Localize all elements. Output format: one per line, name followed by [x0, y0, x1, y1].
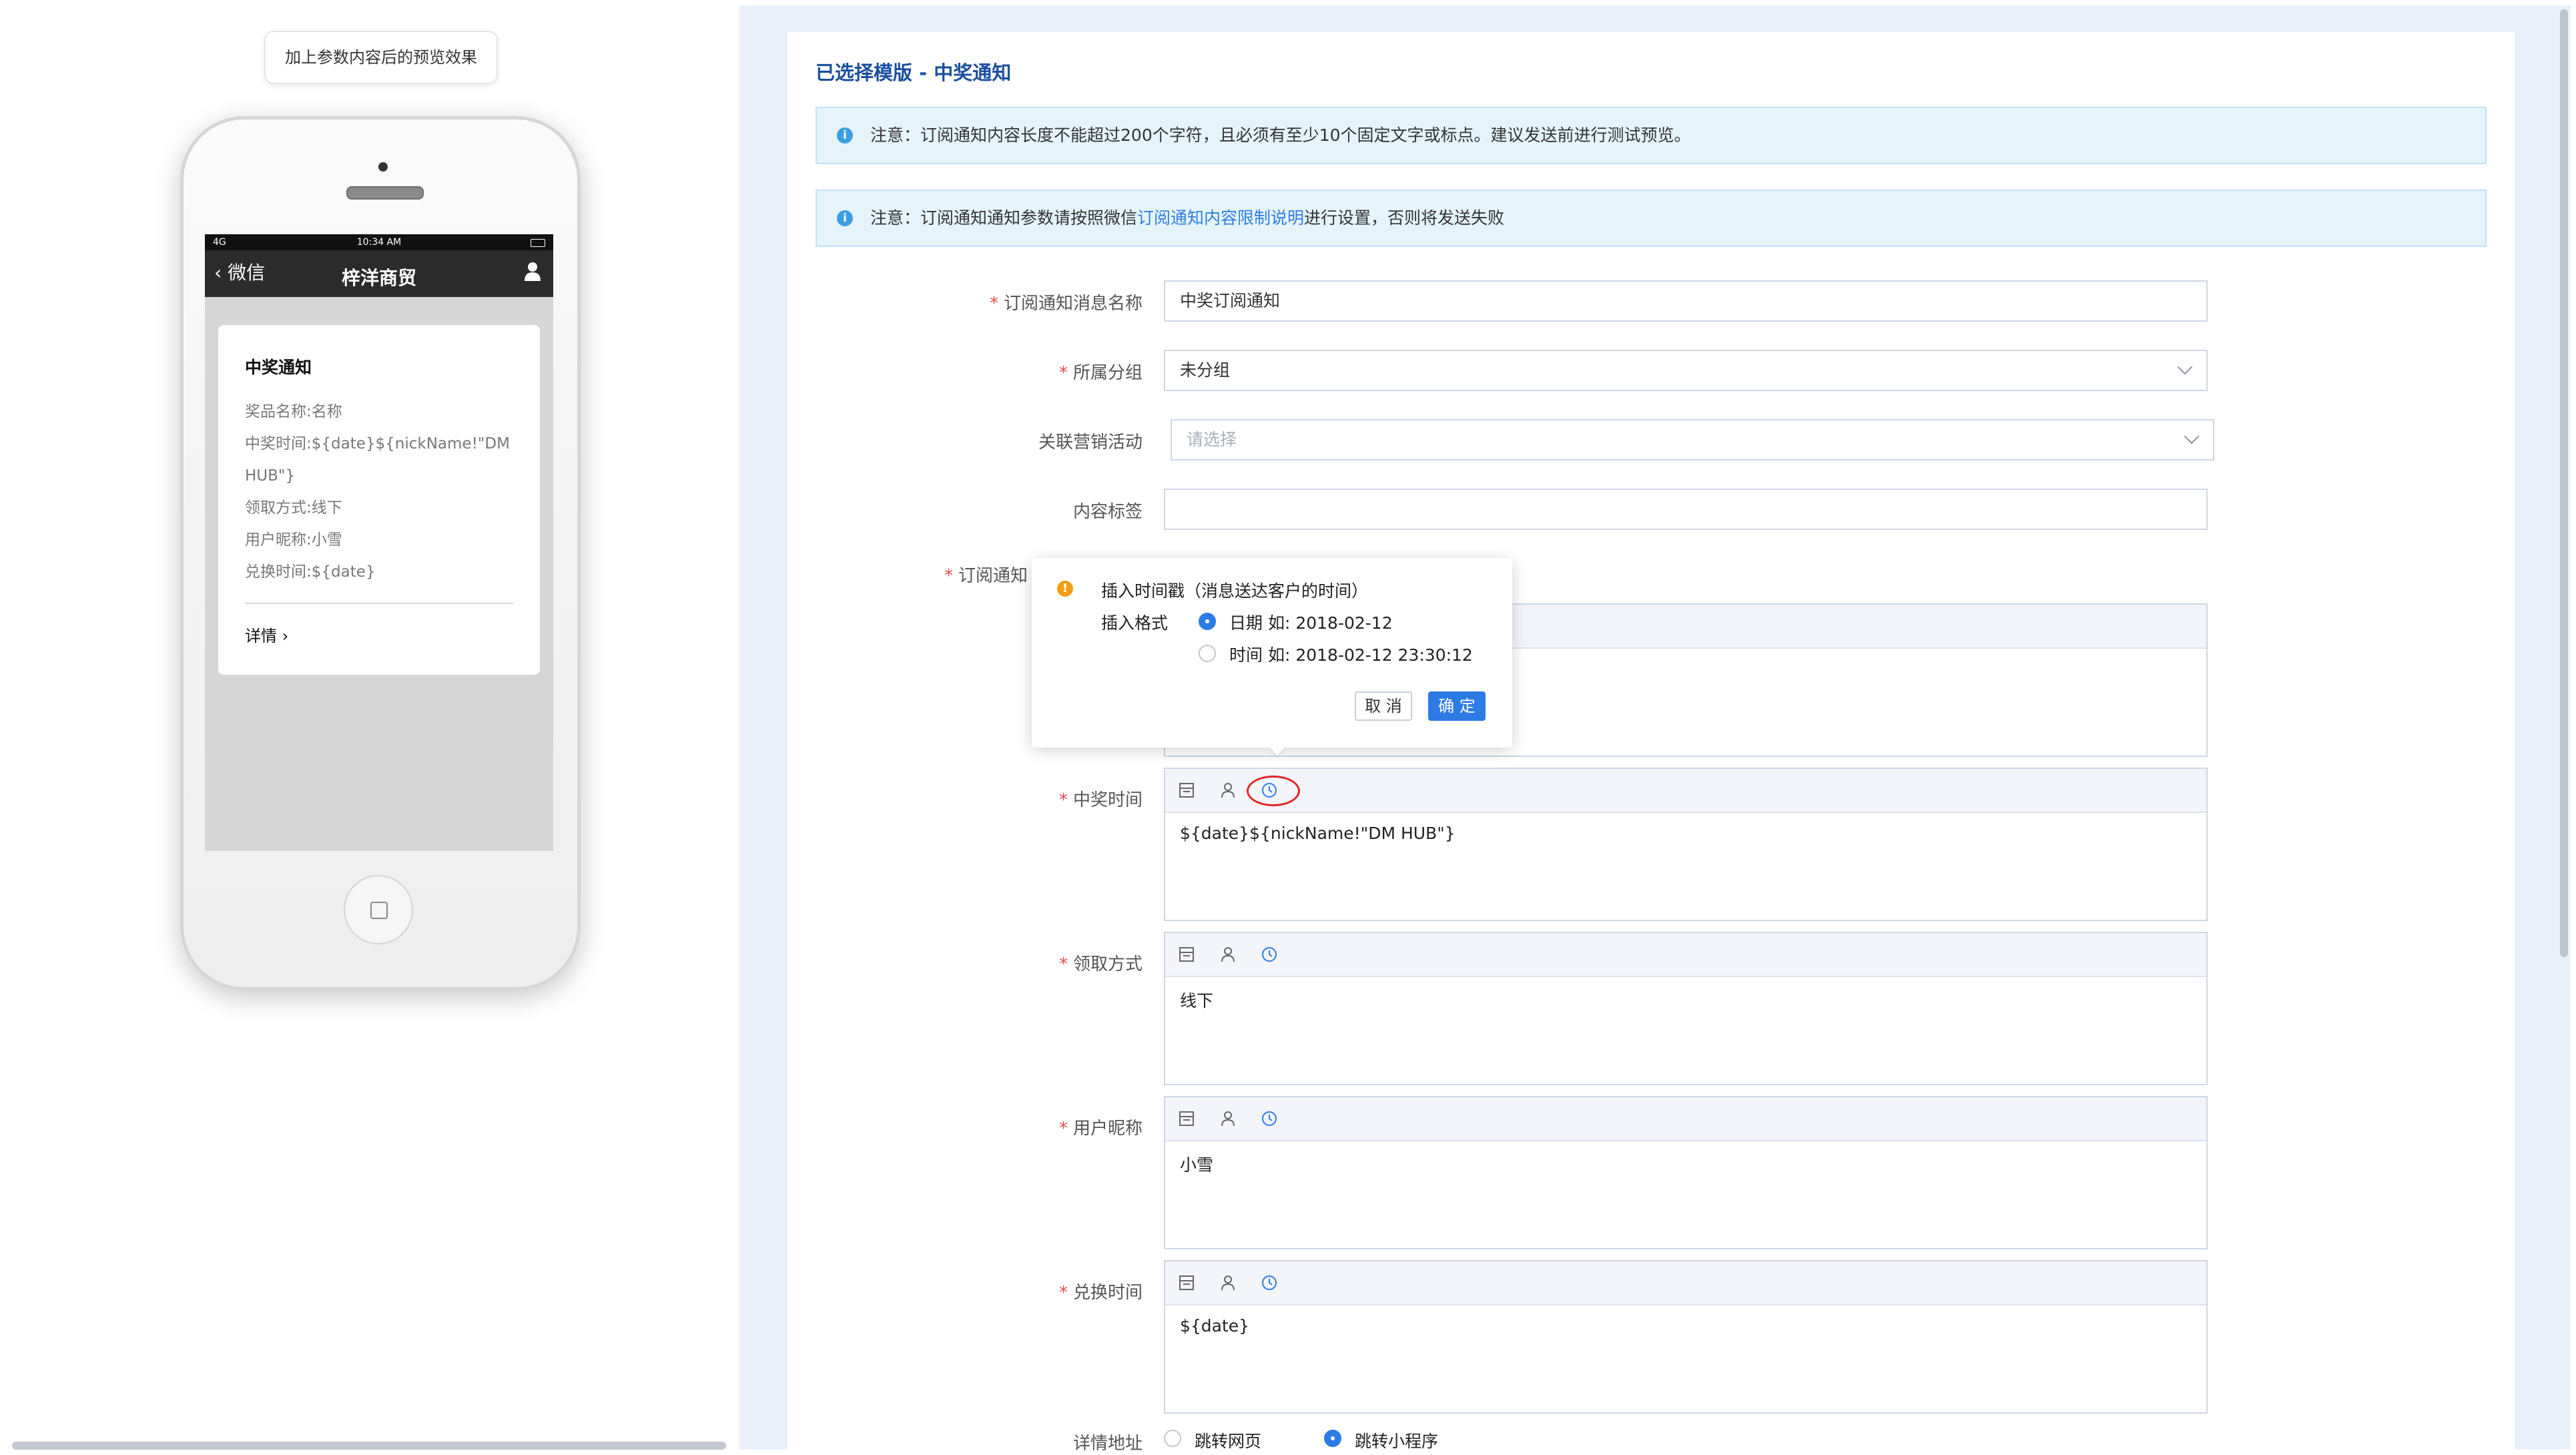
info-icon: i [837, 210, 853, 226]
notice-length: i 注意：订阅通知内容长度不能超过200个字符，且必须有至少10个固定文字或标点… [816, 107, 2487, 164]
insert-timestamp-popover: ! 插入时间戳（消息送达客户的时间） 插入格式 日期 如: 2018-02-12… [1032, 558, 1512, 756]
user-icon[interactable] [1219, 945, 1237, 964]
message-line: 中奖时间:${date}${nickName!"DM HUB"} [245, 435, 510, 485]
editor-content: 线下 [1180, 991, 1214, 1010]
radio-miniprogram[interactable] [1324, 1430, 1341, 1447]
radio-webpage[interactable] [1164, 1430, 1181, 1447]
editor-toolbar [1165, 933, 2206, 977]
warning-icon: ! [1057, 581, 1073, 597]
tag-input[interactable] [1164, 489, 2208, 530]
win-time-editor[interactable]: ${date}${nickName!"DM HUB"} [1164, 768, 2208, 921]
chevron-down-icon [2177, 359, 2193, 375]
radio-datetime[interactable] [1199, 645, 1216, 662]
notice-link[interactable]: 订阅通知内容限制说明 [1137, 208, 1304, 228]
message-lines: 奖品名称:名称 中奖时间:${date}${nickName!"DM HUB"}… [245, 396, 525, 588]
chevron-down-icon [2184, 428, 2200, 445]
message-line: 兑换时间:${date} [245, 563, 376, 581]
phone-camera [378, 162, 388, 172]
message-title: 中奖通知 [245, 358, 312, 377]
redeem-time-editor[interactable]: ${date} [1164, 1260, 2208, 1414]
message-detail-link[interactable]: 详情 › [245, 623, 288, 646]
editor-content: ${date}${nickName!"DM HUB"} [1180, 824, 1456, 843]
clock-icon[interactable] [1260, 1273, 1279, 1292]
editor-toolbar [1165, 769, 2206, 813]
phone-mockup: 4G 10:34 AM ‹ 微信 梓洋商贸 中奖通知 奖品名称:名称 中奖时间:… [180, 116, 581, 990]
field-icon[interactable] [1177, 1109, 1196, 1128]
label-detail-link: 详情地址 [1072, 1434, 1143, 1454]
radio-miniprogram-label: 跳转小程序 [1355, 1432, 1439, 1451]
page-title: 已选择模版 - 中奖通知 [816, 61, 1012, 84]
format-label: 插入格式 [1101, 613, 1169, 633]
notice-text: 注意：订阅通知通知参数请按照微信订阅通知内容限制说明进行设置，否则将发送失败 [870, 191, 1504, 246]
name-input[interactable]: 中奖订阅通知 [1164, 280, 2208, 322]
preview-tip: 加上参数内容后的预览效果 [264, 31, 498, 84]
radio-webpage-label: 跳转网页 [1195, 1432, 1262, 1451]
phone-screen: 4G 10:34 AM ‹ 微信 梓洋商贸 中奖通知 奖品名称:名称 中奖时间:… [205, 234, 553, 851]
popover-title: 插入时间戳（消息送达客户的时间） [1101, 581, 1369, 601]
cancel-button[interactable]: 取 消 [1355, 691, 1412, 721]
vertical-scrollbar[interactable] [2560, 9, 2568, 957]
user-icon[interactable] [1219, 1273, 1237, 1292]
highlight-ring [1247, 776, 1300, 806]
group-select[interactable]: 未分组 [1164, 350, 2208, 391]
label-tag: 内容标签 [1072, 502, 1143, 522]
label-prize-name: * 订阅通知 [944, 566, 1028, 586]
account-title: 梓洋商贸 [341, 267, 416, 289]
nickname-editor[interactable]: 小雪 [1164, 1096, 2208, 1249]
label-name: * 订阅通知消息名称 [989, 294, 1143, 314]
status-bar: 4G 10:34 AM [205, 234, 553, 250]
label-claim: * 领取方式 [1058, 954, 1143, 974]
info-icon: i [837, 127, 853, 143]
message-divider [245, 603, 513, 604]
message-line: 用户昵称:小雪 [245, 531, 342, 549]
detail-label: 详情 [245, 627, 277, 645]
campaign-select[interactable]: 请选择 [1171, 419, 2214, 461]
field-icon[interactable] [1177, 945, 1196, 964]
label-nickname: * 用户昵称 [1058, 1119, 1143, 1139]
message-line: 领取方式:线下 [245, 499, 342, 517]
field-icon[interactable] [1177, 781, 1196, 800]
label-group: * 所属分组 [1058, 363, 1143, 383]
notice-text-before: 注意：订阅通知通知参数请按照微信 [870, 208, 1138, 228]
user-icon[interactable] [1219, 781, 1237, 800]
option-datetime-label: 时间 如: 2018-02-12 23:30:12 [1229, 645, 1473, 665]
notice-params: i 注意：订阅通知通知参数请按照微信订阅通知内容限制说明进行设置，否则将发送失败 [816, 190, 2487, 247]
phone-speaker [346, 186, 424, 200]
label-campaign: 关联营销活动 [1038, 432, 1143, 453]
phone-home-button [344, 875, 413, 944]
clock-icon[interactable] [1260, 945, 1279, 964]
claim-editor[interactable]: 线下 [1164, 932, 2208, 1085]
field-icon[interactable] [1177, 1273, 1196, 1292]
label-win-time: * 中奖时间 [1058, 790, 1143, 810]
clock-icon[interactable] [1260, 1109, 1279, 1128]
user-icon[interactable] [1219, 1109, 1237, 1128]
confirm-button[interactable]: 确 定 [1428, 691, 1486, 721]
wechat-nav-bar: ‹ 微信 梓洋商贸 [205, 250, 553, 297]
chevron-right-icon: › [282, 627, 289, 645]
user-icon[interactable] [524, 261, 541, 281]
message-card: 中奖通知 奖品名称:名称 中奖时间:${date}${nickName!"DM … [218, 325, 540, 675]
editor-content: 小雪 [1180, 1155, 1214, 1175]
label-redeem-time: * 兑换时间 [1058, 1283, 1143, 1303]
notice-text-after: 进行设置，否则将发送失败 [1304, 208, 1505, 228]
option-date-label: 日期 如: 2018-02-12 [1229, 613, 1393, 633]
battery-icon [531, 239, 545, 247]
status-time: 10:34 AM [356, 237, 402, 248]
editor-toolbar [1165, 1097, 2206, 1141]
radio-date[interactable] [1199, 613, 1216, 630]
horizontal-scrollbar[interactable] [12, 1442, 726, 1450]
message-line: 奖品名称:名称 [245, 403, 342, 420]
editor-content: ${date} [1180, 1316, 1250, 1336]
editor-toolbar [1165, 1261, 2206, 1305]
notice-text: 注意：订阅通知内容长度不能超过200个字符，且必须有至少10个固定文字或标点。建… [870, 125, 1691, 145]
